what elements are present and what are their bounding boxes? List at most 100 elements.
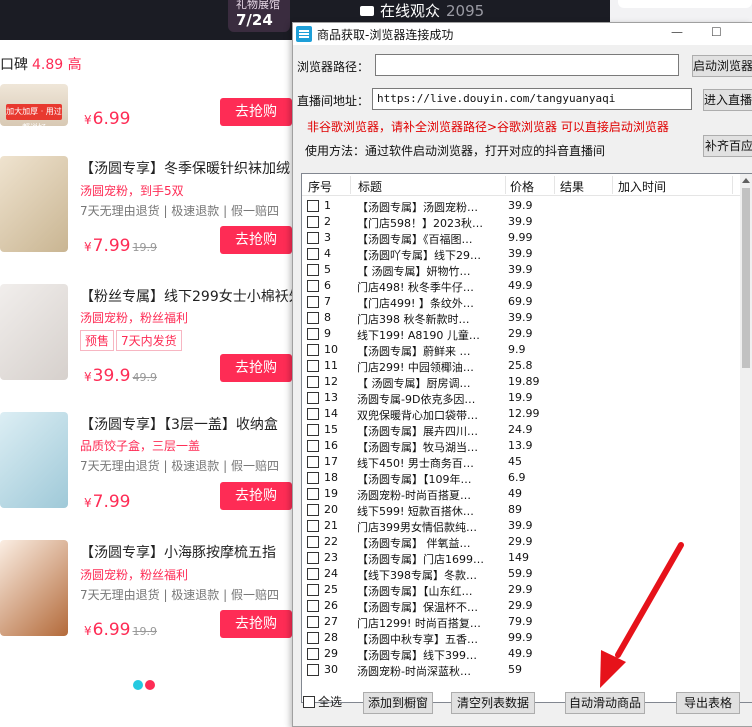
table-row[interactable]: 2 【门店598！】2023秋… 39.9 [302,214,742,230]
browser-path-input[interactable] [375,54,679,76]
row-checkbox[interactable] [307,648,319,660]
row-checkbox[interactable] [307,552,319,564]
table-row[interactable]: 19 汤圆宠粉-时尚百搭夏… 49 [302,486,742,502]
row-checkbox[interactable] [307,600,319,612]
start-browser-button[interactable]: 启动浏览器 [692,55,752,77]
row-checkbox[interactable] [307,264,319,276]
add-to-window-button[interactable]: 添加到橱窗 [363,692,433,714]
row-checkbox[interactable] [307,520,319,532]
product-thumbnail[interactable] [0,540,68,636]
table-row[interactable]: 7 【门店499! 】条纹外… 69.9 [302,294,742,310]
table-row[interactable]: 20 线下599! 短款百搭休… 89 [302,502,742,518]
col-price[interactable]: 价格 [510,178,534,195]
scroll-thumb[interactable] [742,188,750,368]
row-number: 21 [324,519,338,532]
table-row[interactable]: 23 【汤圆专属】门店1699… 149 [302,550,742,566]
row-checkbox[interactable] [307,664,319,676]
buy-button[interactable]: 去抢购 [220,226,292,254]
product-thumbnail[interactable] [0,284,68,380]
row-checkbox[interactable] [307,488,319,500]
buy-button[interactable]: 去抢购 [220,610,292,638]
col-title[interactable]: 标题 [358,178,382,195]
table-row[interactable]: 26 【汤圆专属】保温杯不… 29.9 [302,598,742,614]
table-row[interactable]: 27 门店1299! 时尚百搭复… 79.9 [302,614,742,630]
table-row[interactable]: 13 汤圆专属-9D依克多因… 19.9 [302,390,742,406]
table-row[interactable]: 6 门店498! 秋冬季牛仔… 49.9 [302,278,742,294]
table-row[interactable]: 21 门店399男女情侣款纯… 39.9 [302,518,742,534]
checkbox-box[interactable] [303,696,315,708]
col-time[interactable]: 加入时间 [618,178,666,195]
product-subtitle: 汤圆宠粉，到手5双 [80,184,184,198]
maximize-button[interactable]: ☐ [711,25,722,39]
window-titlebar[interactable]: 商品获取-浏览器连接成功 — ☐ [293,23,752,45]
product-list[interactable]: 序号 标题 价格 结果 加入时间 1 【汤圆专属】汤圆宠粉… 39.9 2 【门店598… [301,173,752,703]
table-row[interactable]: 29 【汤圆专属】线下399… 49.9 [302,646,742,662]
product-title[interactable]: 【汤圆专享】冬季保暖针织袜加绒 [80,158,295,178]
row-checkbox[interactable] [307,392,319,404]
product-title[interactable]: 【粉丝专属】线下299女士小棉袄外 [80,286,295,306]
enter-live-button[interactable]: 进入直播间 [703,89,752,111]
table-row[interactable]: 16 【汤圆专属】牧马湖当… 13.9 [302,438,742,454]
row-checkbox[interactable] [307,568,319,580]
row-checkbox[interactable] [307,408,319,420]
product-thumbnail[interactable] [0,412,68,508]
row-checkbox[interactable] [307,248,319,260]
table-row[interactable]: 3 【汤圆专属】《百福图… 9.99 [302,230,742,246]
row-checkbox[interactable] [307,376,319,388]
table-row[interactable]: 17 线下450! 男士商务百… 45 [302,454,742,470]
row-checkbox[interactable] [307,296,319,308]
table-row[interactable]: 18 【汤圆专属】【109年… 6.9 [302,470,742,486]
row-checkbox[interactable] [307,216,319,228]
table-row[interactable]: 8 门店398 秋冬新款时… 39.9 [302,310,742,326]
fill-baiying-button[interactable]: 补齐百应 [703,135,752,157]
row-checkbox[interactable] [307,456,319,468]
row-checkbox[interactable] [307,472,319,484]
select-all-checkbox[interactable]: 全选 [303,693,342,710]
row-checkbox[interactable] [307,360,319,372]
table-row[interactable]: 24 【线下398专属】冬款… 59.9 [302,566,742,582]
row-checkbox[interactable] [307,504,319,516]
row-checkbox[interactable] [307,424,319,436]
table-row[interactable]: 10 【汤圆专属】蔚鲜来 … 9.9 [302,342,742,358]
table-row[interactable]: 5 【 汤圆专属】妍物竹… 39.9 [302,262,742,278]
export-table-button[interactable]: 导出表格 [676,692,740,714]
live-url-input[interactable]: https://live.douyin.com/tangyuanyaqi [372,88,692,110]
row-checkbox[interactable] [307,312,319,324]
clear-list-button[interactable]: 清空列表数据 [451,692,535,714]
table-row[interactable]: 12 【 汤圆专属】厨房调… 19.89 [302,374,742,390]
row-checkbox[interactable] [307,280,319,292]
col-result[interactable]: 结果 [560,178,584,195]
table-row[interactable]: 15 【汤圆专属】展卉四川… 24.9 [302,422,742,438]
table-row[interactable]: 4 【汤圆吖专属】线下29… 39.9 [302,246,742,262]
row-checkbox[interactable] [307,584,319,596]
table-row[interactable]: 28 【汤圆中秋专享】五香… 99.9 [302,630,742,646]
table-row[interactable]: 22 【汤圆专属】 伴氧益… 29.9 [302,534,742,550]
table-row[interactable]: 11 门店299! 中园领椰油… 25.8 [302,358,742,374]
product-thumbnail[interactable]: 加大加厚 · 用过都说好 [0,84,68,126]
table-row[interactable]: 14 双兜保暖背心加口袋带… 12.99 [302,406,742,422]
buy-button[interactable]: 去抢购 [220,98,292,126]
row-checkbox[interactable] [307,232,319,244]
col-no[interactable]: 序号 [308,178,332,195]
row-checkbox[interactable] [307,632,319,644]
buy-button[interactable]: 去抢购 [220,354,292,382]
row-checkbox[interactable] [307,536,319,548]
row-checkbox[interactable] [307,344,319,356]
row-checkbox[interactable] [307,616,319,628]
table-row[interactable]: 25 【汤圆专属】【山东红… 29.9 [302,582,742,598]
table-row[interactable]: 1 【汤圆专属】汤圆宠粉… 39.9 [302,198,742,214]
product-title[interactable]: 【汤圆专享】小海豚按摩梳五指 [80,542,295,562]
table-row[interactable]: 9 线下199! A8190 儿童… 29.9 [302,326,742,342]
row-checkbox[interactable] [307,200,319,212]
minimize-button[interactable]: — [671,25,683,39]
scroll-up-icon[interactable] [742,178,750,183]
row-checkbox[interactable] [307,440,319,452]
gift-hall-badge[interactable]: 礼物展馆 7/24 [228,0,290,32]
list-scrollbar[interactable] [740,174,752,702]
row-checkbox[interactable] [307,328,319,340]
table-row[interactable]: 30 汤圆宠粉-时尚深蓝秋… 59 [302,662,742,678]
product-title[interactable]: 【汤圆专享】【3层一盖】收纳盒 [80,414,295,434]
auto-scroll-button[interactable]: 自动滑动商品 [565,692,645,714]
buy-button[interactable]: 去抢购 [220,482,292,510]
product-thumbnail[interactable] [0,156,68,252]
